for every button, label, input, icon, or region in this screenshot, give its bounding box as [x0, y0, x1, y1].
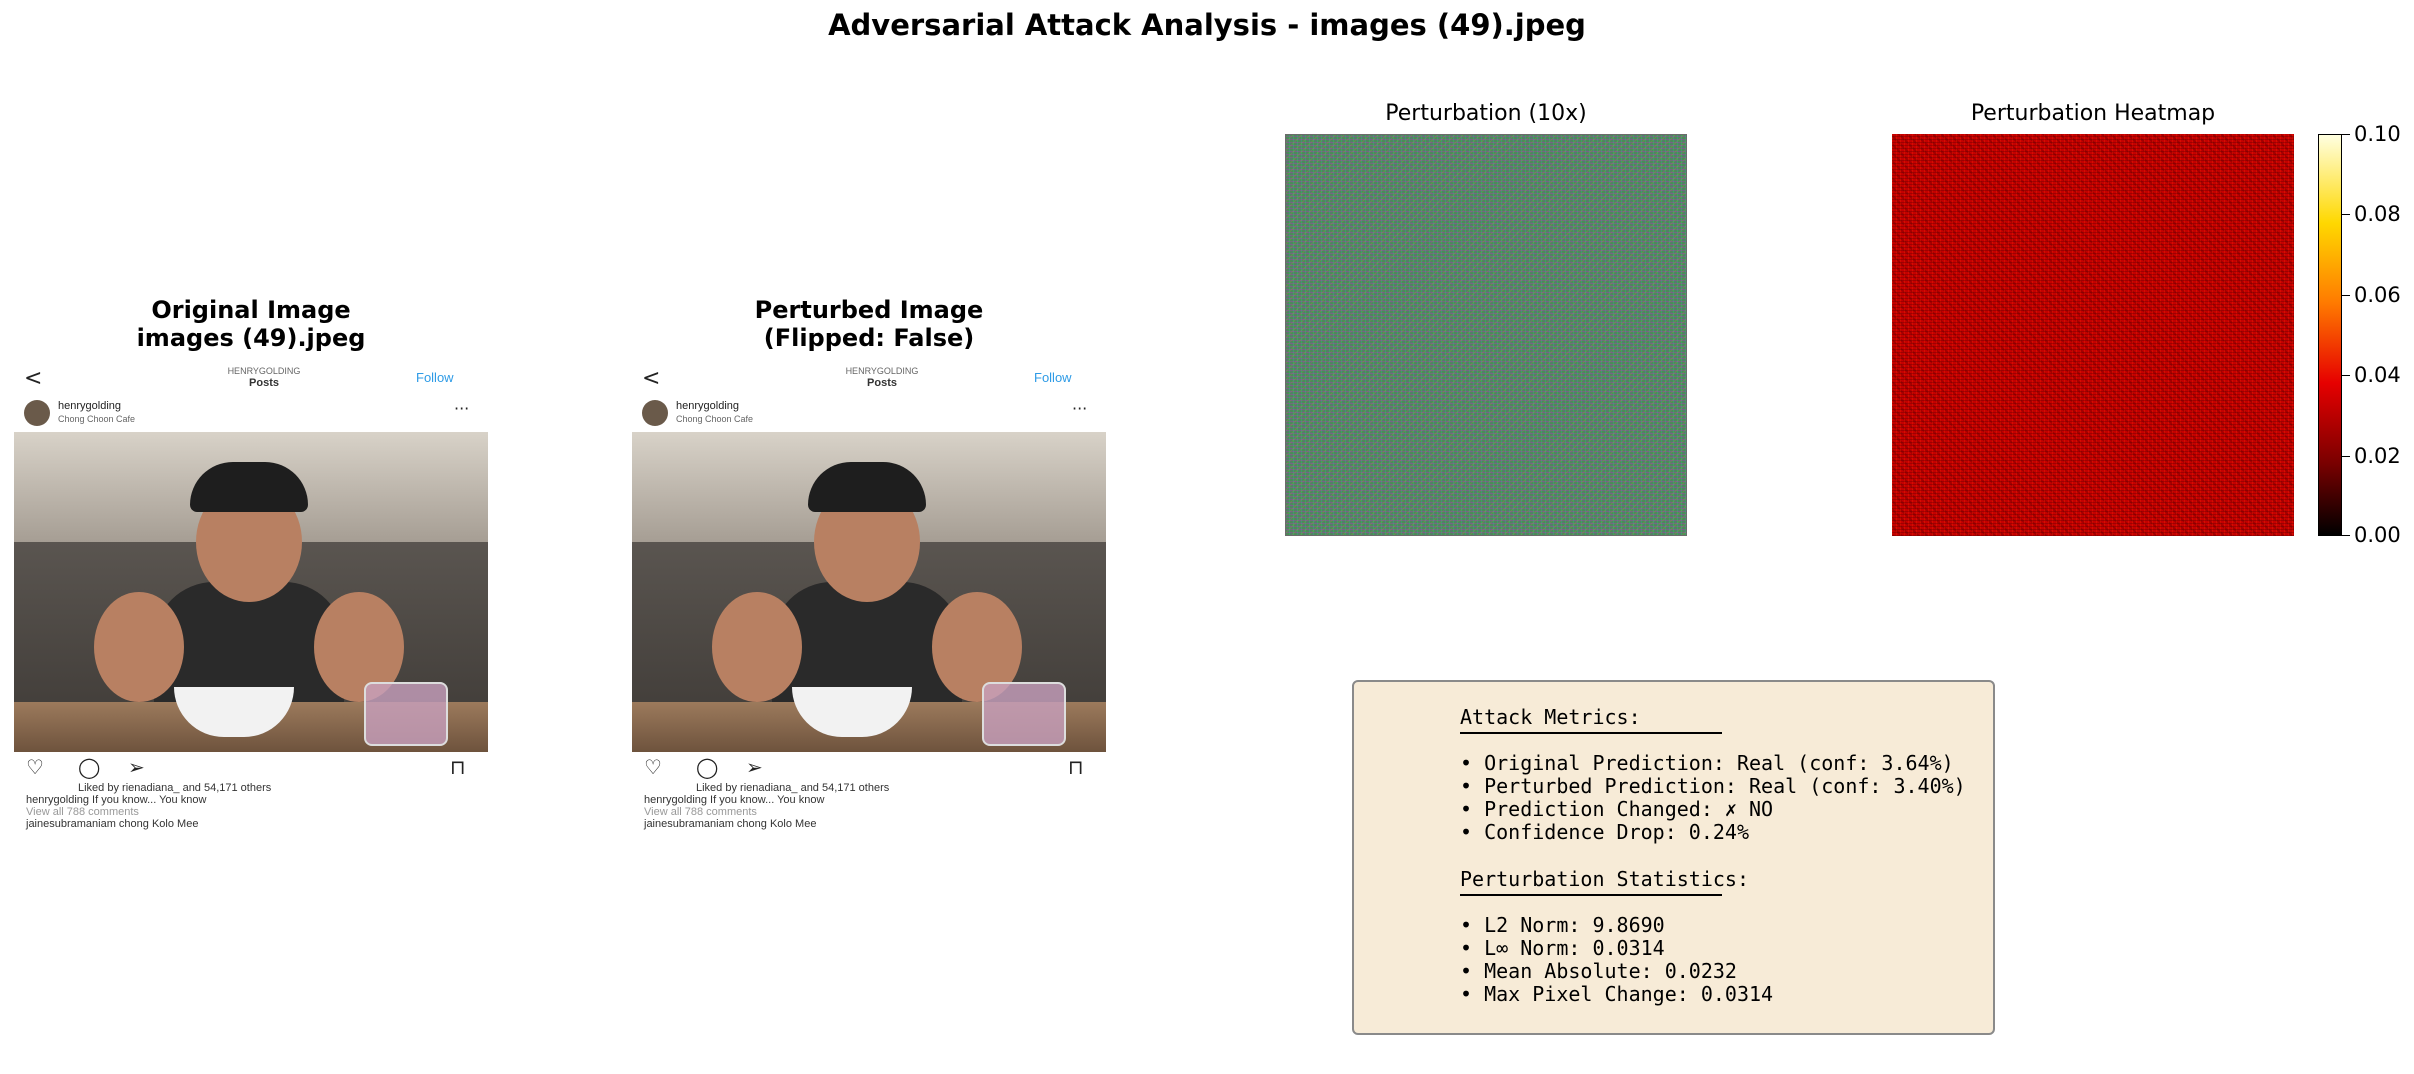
post-header: HENRYGOLDING: [845, 366, 919, 376]
colorbar-tick: [2342, 214, 2350, 215]
post-username: henrygolding: [676, 400, 739, 412]
attack-metric-line: • Prediction Changed: ✗ NO: [1460, 797, 1774, 821]
share-icon: ➢: [746, 755, 763, 779]
post-username: henrygolding: [58, 400, 121, 412]
attack-metric-line: • Confidence Drop: 0.24%: [1460, 820, 1749, 844]
colorbar-tick: [2342, 535, 2350, 536]
bookmark-icon: ⊓: [1068, 755, 1084, 779]
metrics-box: Attack Metrics: • Original Prediction: R…: [1352, 680, 1995, 1035]
post-header: HENRYGOLDING: [227, 366, 301, 376]
attack-metric-line: • Original Prediction: Real (conf: 3.64%…: [1460, 751, 1954, 775]
colorbar-tick-label: 0.08: [2354, 202, 2401, 226]
heatmap-image: [1892, 134, 2294, 536]
original-title-line1: Original Image: [151, 296, 351, 324]
perturbation-image: [1285, 134, 1687, 536]
colorbar-tick-label: 0.00: [2354, 523, 2401, 547]
colorbar-tick: [2342, 134, 2350, 135]
back-arrow-icon: <: [642, 366, 661, 391]
colorbar-tick-label: 0.02: [2354, 444, 2401, 468]
colorbar-tick: [2342, 456, 2350, 457]
post-photo: [632, 432, 1106, 752]
more-options-icon: ···: [454, 399, 470, 418]
perturbation-title: Perturbation (10x): [1385, 101, 1587, 126]
figure-title: Adversarial Attack Analysis - images (49…: [828, 8, 1586, 42]
follow-link: Follow: [416, 370, 454, 385]
attack-metric-line: • Perturbed Prediction: Real (conf: 3.40…: [1460, 774, 1966, 798]
original-title-line2: images (49).jpeg: [136, 324, 366, 352]
avatar: [642, 400, 668, 426]
perturbed-image: < HENRYGOLDING Posts Follow henrygolding…: [632, 362, 1106, 834]
colorbar-tick-label: 0.04: [2354, 363, 2401, 387]
post-comment: jainesubramaniam chong Kolo Mee: [644, 818, 817, 830]
colorbar-tick: [2342, 375, 2350, 376]
heatmap-colorbar: [2318, 134, 2342, 536]
stat-line: • Mean Absolute: 0.0232: [1460, 959, 1737, 983]
post-comments-count: View all 788 comments: [26, 806, 139, 818]
follow-link: Follow: [1034, 370, 1072, 385]
perturbed-title-line1: Perturbed Image: [754, 296, 984, 324]
attack-metrics-rule: [1460, 732, 1722, 734]
post-likes: Liked by rienadiana_ and 54,171 others: [696, 782, 890, 794]
perturbed-title-line2: (Flipped: False): [763, 324, 975, 352]
post-likes: Liked by rienadiana_ and 54,171 others: [78, 782, 272, 794]
heatmap-title: Perturbation Heatmap: [1970, 101, 2216, 126]
stat-line: • L2 Norm: 9.8690: [1460, 913, 1665, 937]
stat-line: • L∞ Norm: 0.0314: [1460, 936, 1665, 960]
post-location: Chong Choon Cafe: [58, 414, 136, 424]
post-caption: henrygolding If you know... You know: [26, 794, 207, 806]
heart-icon: ♡: [26, 755, 44, 779]
post-caption: henrygolding If you know... You know: [644, 794, 825, 806]
stat-line: • Max Pixel Change: 0.0314: [1460, 982, 1774, 1006]
post-location: Chong Choon Cafe: [676, 414, 754, 424]
attack-metrics-header: Attack Metrics:: [1460, 705, 1641, 729]
avatar: [24, 400, 50, 426]
perturbation-stats-header: Perturbation Statistics:: [1460, 867, 1749, 891]
perturbation-stats-rule: [1460, 894, 1722, 896]
post-photo: [14, 432, 488, 752]
colorbar-tick: [2342, 295, 2350, 296]
perturbed-image-title: Perturbed Image (Flipped: False): [632, 296, 1106, 352]
post-header-sub: Posts: [867, 377, 897, 389]
post-comment: jainesubramaniam chong Kolo Mee: [26, 818, 199, 830]
heart-icon: ♡: [644, 755, 662, 779]
colorbar-tick-label: 0.10: [2354, 122, 2401, 146]
comment-icon: ◯: [78, 755, 101, 779]
original-image-title: Original Image images (49).jpeg: [14, 296, 488, 352]
more-options-icon: ···: [1072, 399, 1088, 418]
comment-icon: ◯: [696, 755, 719, 779]
bookmark-icon: ⊓: [450, 755, 466, 779]
colorbar-tick-label: 0.06: [2354, 283, 2401, 307]
post-comments-count: View all 788 comments: [644, 806, 757, 818]
post-header-sub: Posts: [249, 377, 279, 389]
back-arrow-icon: <: [24, 366, 43, 391]
original-image: < HENRYGOLDING Posts Follow henrygolding…: [14, 362, 488, 834]
share-icon: ➢: [128, 755, 145, 779]
